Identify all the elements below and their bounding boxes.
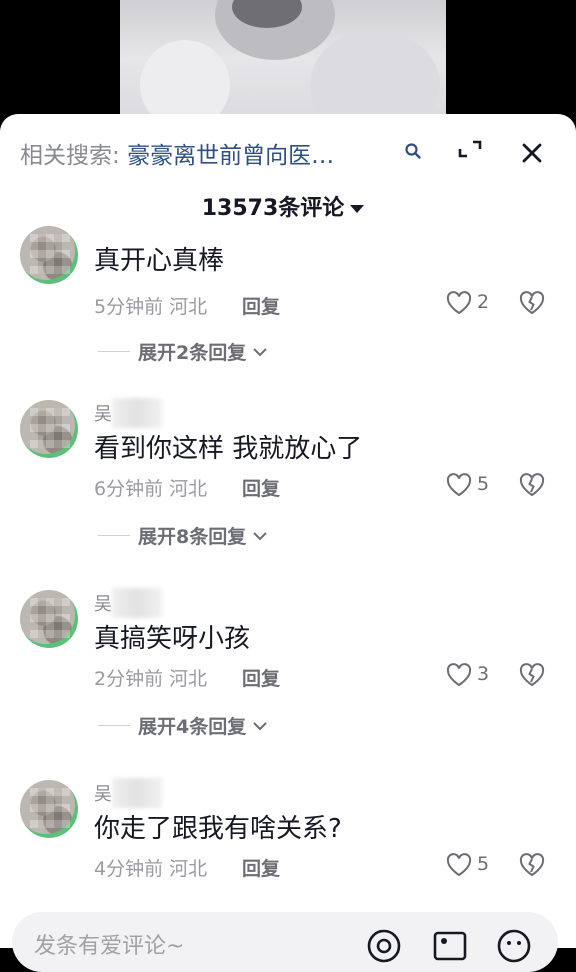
related-search-prefix: 相关搜索: xyxy=(20,143,120,169)
comment-meta: 4分钟前 河北 xyxy=(94,858,208,880)
dislike-button[interactable] xyxy=(518,472,546,502)
comment-item: 吴 看到你这样 我就放心了 6分钟前 河北 回复 5 展开8条回复 xyxy=(0,398,576,550)
expand-replies-label: 展开8条回复 xyxy=(138,526,247,548)
emoji-icon[interactable] xyxy=(496,928,532,968)
expand-replies[interactable]: 展开4条回复 xyxy=(98,712,268,739)
dislike-button[interactable] xyxy=(518,290,546,320)
avatar[interactable] xyxy=(20,226,78,284)
username-blur xyxy=(112,398,162,428)
comment-username[interactable]: 吴 xyxy=(94,400,112,426)
chevron-down-icon xyxy=(253,721,267,730)
search-icon[interactable] xyxy=(404,142,422,164)
comment-input-bar[interactable]: 发条有爱评论~ xyxy=(12,912,558,972)
comment-item: 吴 真搞笑呀小孩 2分钟前 河北 回复 3 展开4条回复 xyxy=(0,588,576,740)
like-button[interactable]: 2 xyxy=(445,290,515,318)
comment-text: 你走了跟我有啥关系? xyxy=(94,814,342,844)
close-icon[interactable] xyxy=(518,139,546,167)
related-search-query[interactable]: 豪豪离世前曾向医… xyxy=(127,143,334,169)
reply-button[interactable]: 回复 xyxy=(242,854,280,881)
caret-down-icon xyxy=(350,205,365,213)
like-button[interactable]: 5 xyxy=(445,852,515,880)
comment-text: 真搞笑呀小孩 xyxy=(94,624,251,654)
comment-input-placeholder[interactable]: 发条有爱评论~ xyxy=(34,928,184,960)
broken-heart-icon xyxy=(519,853,545,877)
divider xyxy=(98,725,130,726)
avatar[interactable] xyxy=(20,780,78,838)
chevron-down-icon xyxy=(253,347,267,356)
comment-count[interactable]: 13573条评论 xyxy=(0,190,566,222)
broken-heart-icon xyxy=(519,291,545,315)
broken-heart-icon xyxy=(519,473,545,497)
heart-icon xyxy=(446,473,472,497)
username-blur xyxy=(112,588,162,618)
broken-heart-icon xyxy=(519,663,545,687)
like-count: 3 xyxy=(477,663,490,685)
heart-icon xyxy=(446,291,472,315)
comment-username[interactable]: 吴 xyxy=(94,780,112,806)
dislike-button[interactable] xyxy=(518,662,546,692)
comment-count-label: 13573条评论 xyxy=(201,196,345,221)
video-player[interactable] xyxy=(0,0,576,130)
expand-replies[interactable]: 展开2条回复 xyxy=(98,338,268,365)
chevron-down-icon xyxy=(253,531,267,540)
comment-item: 真开心真棒 5分钟前 河北 回复 2 展开2条回复 xyxy=(0,222,576,372)
at-icon[interactable] xyxy=(366,928,402,968)
username-blur xyxy=(112,778,162,808)
expand-replies[interactable]: 展开8条回复 xyxy=(98,522,268,549)
related-search[interactable]: 相关搜索: 豪豪离世前曾向医… xyxy=(20,136,334,170)
comment-meta: 5分钟前 河北 xyxy=(94,296,208,318)
video-frame xyxy=(120,0,446,130)
comment-item: 吴 你走了跟我有啥关系? 4分钟前 河北 回复 5 xyxy=(0,778,576,930)
like-count: 5 xyxy=(477,473,490,495)
avatar[interactable] xyxy=(20,400,78,458)
like-count: 5 xyxy=(477,853,490,875)
heart-icon xyxy=(446,853,472,877)
divider xyxy=(98,535,130,536)
expand-icon[interactable] xyxy=(457,139,483,165)
divider xyxy=(98,351,130,352)
like-button[interactable]: 3 xyxy=(445,662,515,690)
expand-replies-label: 展开2条回复 xyxy=(138,342,247,364)
like-button[interactable]: 5 xyxy=(445,472,515,500)
expand-replies-label: 展开4条回复 xyxy=(138,716,247,738)
comment-text: 看到你这样 我就放心了 xyxy=(94,434,363,464)
avatar[interactable] xyxy=(20,590,78,648)
reply-button[interactable]: 回复 xyxy=(242,292,280,319)
comment-username[interactable]: 吴 xyxy=(94,590,112,616)
panel-header: 相关搜索: 豪豪离世前曾向医… xyxy=(0,132,576,172)
dislike-button[interactable] xyxy=(518,852,546,882)
comment-meta: 2分钟前 河北 xyxy=(94,668,208,690)
heart-icon xyxy=(446,663,472,687)
comment-meta: 6分钟前 河北 xyxy=(94,478,208,500)
comments-panel: 相关搜索: 豪豪离世前曾向医… 13573条评论 真开心真棒 5分钟前 河北 回… xyxy=(0,114,576,948)
comment-text: 真开心真棒 xyxy=(94,246,225,276)
reply-button[interactable]: 回复 xyxy=(242,474,280,501)
reply-button[interactable]: 回复 xyxy=(242,664,280,691)
like-count: 2 xyxy=(477,291,490,313)
image-icon[interactable] xyxy=(432,928,468,968)
